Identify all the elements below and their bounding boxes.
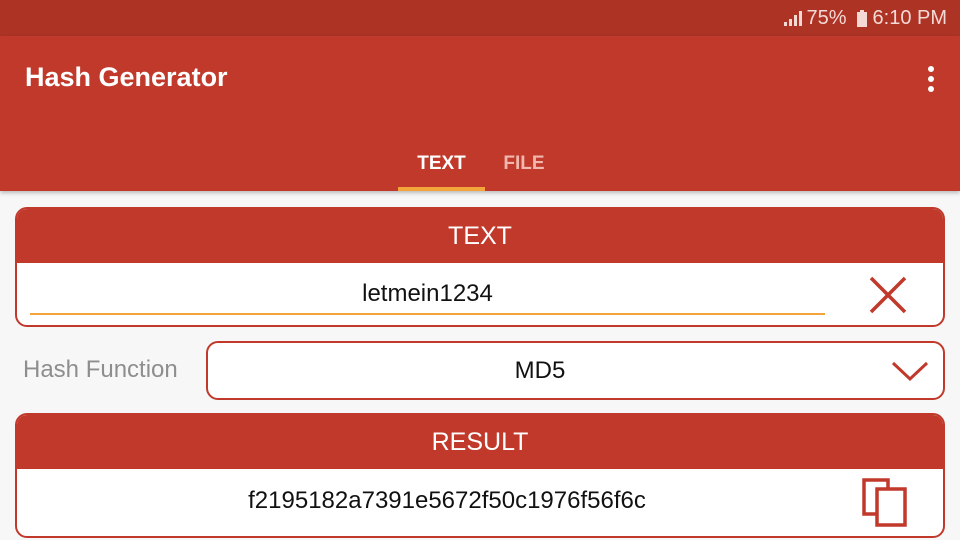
app-title: Hash Generator [25,62,228,92]
status-time: 6:10 PM [872,6,947,29]
text-card: TEXT [15,207,945,327]
text-input[interactable] [30,275,825,315]
tab-bar: TEXT FILE [0,136,960,191]
hash-result-value: f2195182a7391e5672f50c1976f56f6c [248,487,646,514]
hash-function-value: MD5 [514,356,566,384]
battery-icon [853,9,873,27]
close-icon[interactable] [868,275,908,315]
result-card-body: f2195182a7391e5672f50c1976f56f6c [17,469,943,533]
tab-file[interactable]: FILE [485,136,563,191]
signal-icon [784,10,806,26]
text-card-header: TEXT [17,209,943,263]
result-card: RESULT f2195182a7391e5672f50c1976f56f6c [15,413,945,538]
battery-percent: 75% [806,6,847,29]
hash-function-select[interactable]: MD5 [206,341,945,400]
result-card-header: RESULT [17,415,943,469]
tab-text[interactable]: TEXT [398,136,485,191]
overflow-menu-icon[interactable] [926,66,936,92]
hash-function-label: Hash Function [23,356,178,383]
copy-icon[interactable] [861,477,911,527]
chevron-down-icon [891,361,929,382]
status-bar: 75% 6:10 PM [0,0,960,36]
tab-indicator [398,187,485,191]
text-card-body [17,263,943,325]
app-bar: Hash Generator TEXT FILE [0,36,960,191]
